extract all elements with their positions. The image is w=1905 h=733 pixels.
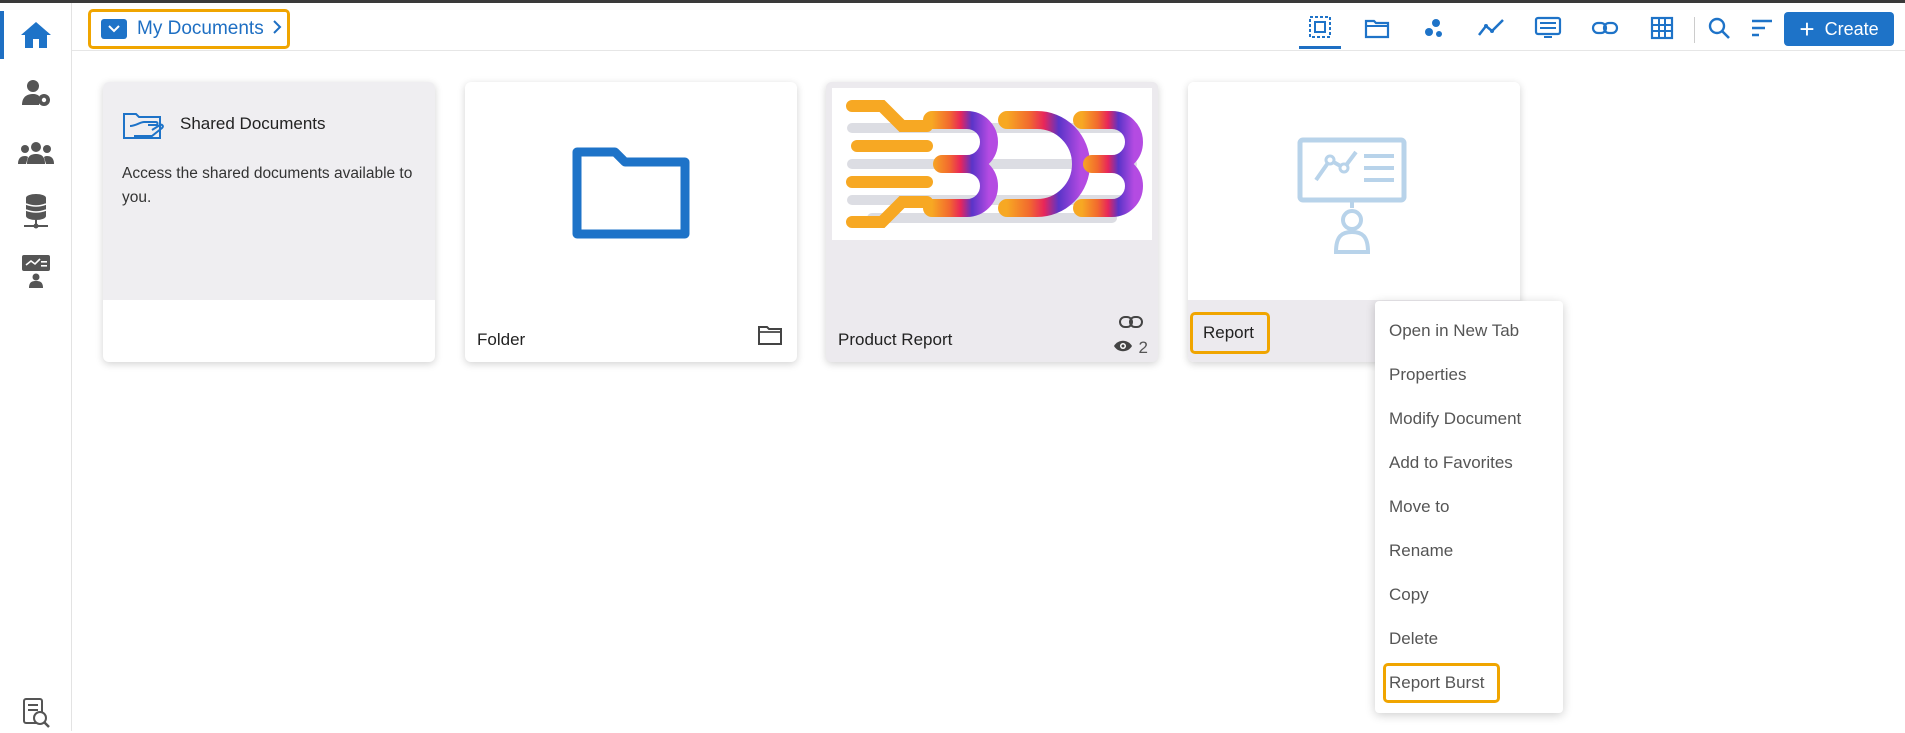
product-report-thumbnail (832, 88, 1152, 245)
menu-item-rename[interactable]: Rename (1389, 541, 1453, 561)
menu-item-open-new-tab[interactable]: Open in New Tab (1389, 321, 1519, 341)
report-icon[interactable] (1527, 7, 1569, 49)
all-documents-icon[interactable] (1299, 7, 1341, 49)
card-title: Product Report (838, 330, 953, 349)
menu-item-move-to[interactable]: Move to (1389, 497, 1449, 517)
card-description: Access the shared documents available to… (122, 165, 413, 206)
eye-icon (1113, 338, 1133, 358)
card-title: Shared Documents (180, 114, 326, 133)
report-placeholder-icon (1296, 136, 1408, 261)
search-icon[interactable] (1698, 7, 1740, 49)
folder-type-icon (757, 324, 783, 351)
breadcrumb[interactable]: My Documents (88, 9, 290, 49)
trend-icon[interactable] (1470, 7, 1512, 49)
group-icon[interactable] (12, 133, 60, 173)
top-toolbar: My Documents + Create (72, 3, 1905, 51)
presentation-icon[interactable] (12, 251, 60, 291)
document-search-icon[interactable] (12, 693, 60, 733)
card-title: Folder (477, 330, 526, 349)
view-count-value: 2 (1138, 338, 1148, 357)
home-icon[interactable] (12, 15, 60, 55)
plus-icon: + (1799, 14, 1815, 44)
menu-item-add-to-favorites[interactable]: Add to Favorites (1389, 453, 1513, 473)
card-title[interactable]: Report (1190, 312, 1270, 354)
chevron-right-icon (272, 19, 282, 39)
share-icon[interactable] (1413, 7, 1455, 49)
create-button[interactable]: + Create (1784, 12, 1894, 46)
sidebar (0, 3, 72, 731)
link-icon (1118, 314, 1144, 335)
product-report-card[interactable]: Product Report 2 (826, 82, 1158, 362)
link-icon[interactable] (1584, 7, 1626, 49)
view-count: 2 (1113, 338, 1148, 358)
sort-icon[interactable] (1741, 7, 1783, 49)
create-button-label: Create (1824, 18, 1879, 39)
folder-large-icon (571, 146, 691, 245)
folder-card[interactable]: Folder (465, 82, 797, 362)
menu-item-copy[interactable]: Copy (1389, 585, 1429, 605)
context-menu: Open in New Tab Properties Modify Docume… (1375, 301, 1563, 713)
database-icon[interactable] (12, 191, 60, 231)
breadcrumb-label[interactable]: My Documents (137, 18, 264, 40)
menu-item-properties[interactable]: Properties (1389, 365, 1466, 385)
folder-dropdown-icon[interactable] (101, 19, 127, 39)
table-icon[interactable] (1641, 7, 1683, 49)
user-settings-icon[interactable] (12, 73, 60, 113)
active-indicator (0, 11, 4, 59)
folder-icon[interactable] (1356, 7, 1398, 49)
toolbar-divider (1694, 17, 1695, 43)
menu-item-modify-document[interactable]: Modify Document (1389, 409, 1521, 429)
menu-item-delete[interactable]: Delete (1389, 629, 1438, 649)
menu-item-report-burst[interactable]: Report Burst (1389, 673, 1484, 693)
shared-folder-icon (122, 108, 166, 147)
shared-documents-card[interactable]: Shared Documents Access the shared docum… (103, 82, 435, 362)
